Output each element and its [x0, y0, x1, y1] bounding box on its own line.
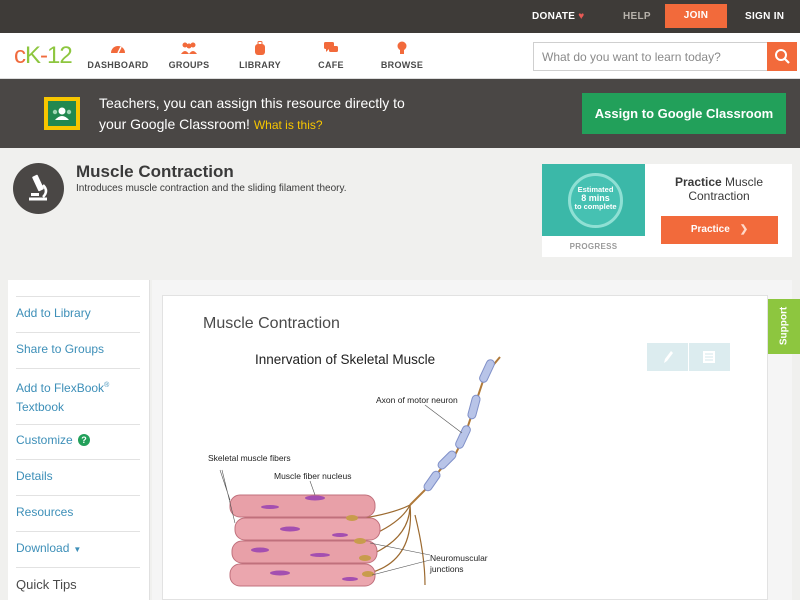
share-to-groups-link[interactable]: Share to Groups [16, 340, 140, 359]
banner-message: Teachers, you can assign this resource d… [99, 95, 405, 132]
progress-label: PROGRESS [569, 242, 618, 251]
practice-card: Estimated 8 mins to complete PROGRESS Pr… [542, 164, 792, 257]
main-nav: cK-12 DASHBOARD GROUPS LIBRARY CAFE BROW… [0, 33, 800, 79]
progress-tile: Estimated 8 mins to complete [542, 164, 645, 236]
search-icon [775, 49, 790, 64]
divider [16, 424, 140, 425]
chat-icon [324, 42, 338, 52]
details-link[interactable]: Details [16, 467, 140, 486]
customize-link[interactable]: Customize ? [16, 431, 140, 450]
nav-library[interactable]: LIBRARY [225, 41, 295, 70]
divider [16, 495, 140, 496]
label-neuromuscular-junctions: Neuromuscular junctions [430, 553, 488, 574]
top-bar: DONATE ♥ HELP JOIN SIGN IN [0, 0, 800, 33]
add-to-library-link[interactable]: Add to Library [16, 304, 140, 323]
concept-title: Muscle Contraction [76, 162, 234, 181]
divider [16, 332, 140, 333]
assign-google-classroom-button[interactable]: Assign to Google Classroom [582, 93, 786, 134]
divider [16, 296, 140, 297]
concept-description: Introduces muscle contraction and the sl… [76, 183, 347, 194]
divider [688, 343, 689, 371]
classroom-banner: Teachers, you can assign this resource d… [0, 79, 800, 148]
label-axon: Axon of motor neuron [376, 395, 458, 405]
nav-dashboard[interactable]: DASHBOARD [83, 41, 153, 70]
pencil-icon[interactable] [661, 349, 675, 365]
label-muscle-fibers: Skeletal muscle fibers [208, 453, 291, 463]
search-input[interactable] [534, 43, 766, 70]
label-fiber-nucleus: Muscle fiber nucleus [274, 471, 352, 481]
backpack-icon [255, 41, 265, 55]
support-tab[interactable]: Support [768, 299, 800, 354]
practice-title: Practice Muscle Contraction [674, 175, 764, 203]
caret-down-icon: ▼ [73, 545, 82, 554]
join-button[interactable]: JOIN [665, 4, 727, 28]
people-icon [181, 42, 197, 54]
notes-icon[interactable] [702, 350, 716, 364]
lightbulb-icon [397, 41, 407, 54]
divider [16, 531, 140, 532]
divider [16, 459, 140, 460]
practice-button[interactable]: Practice ❯ [661, 216, 778, 244]
nav-cafe[interactable]: CAFE [296, 41, 366, 70]
divider [16, 567, 140, 568]
content-tools [647, 343, 730, 371]
gauge-icon [111, 46, 125, 54]
nav-browse[interactable]: BROWSE [367, 41, 437, 70]
help-icon[interactable]: ? [78, 434, 91, 446]
resources-link[interactable]: Resources [16, 503, 140, 522]
chevron-right-icon: ❯ [739, 224, 749, 235]
search-box [533, 42, 797, 71]
quick-tips-heading[interactable]: Quick Tips [16, 577, 77, 592]
google-classroom-icon [44, 97, 80, 130]
add-to-flexbook-link[interactable]: Add to FlexBook® Textbook [16, 376, 140, 417]
sidebar: Add to Library Share to Groups Add to Fl… [8, 280, 150, 600]
divider [16, 368, 140, 369]
sign-in-link[interactable]: SIGN IN [745, 11, 784, 22]
microscope-icon [13, 163, 64, 214]
estimate-ring: Estimated 8 mins to complete [568, 173, 623, 228]
what-is-this-link[interactable]: What is this? [254, 118, 323, 132]
download-link[interactable]: Download ▼ [16, 539, 140, 559]
content-title: Muscle Contraction [203, 315, 340, 332]
heart-icon: ♥ [578, 11, 585, 22]
search-button[interactable] [767, 42, 797, 71]
ck12-logo[interactable]: cK-12 [14, 42, 73, 70]
donate-link[interactable]: DONATE ♥ [532, 11, 585, 22]
help-link[interactable]: HELP [623, 11, 651, 22]
nav-groups[interactable]: GROUPS [154, 41, 224, 70]
